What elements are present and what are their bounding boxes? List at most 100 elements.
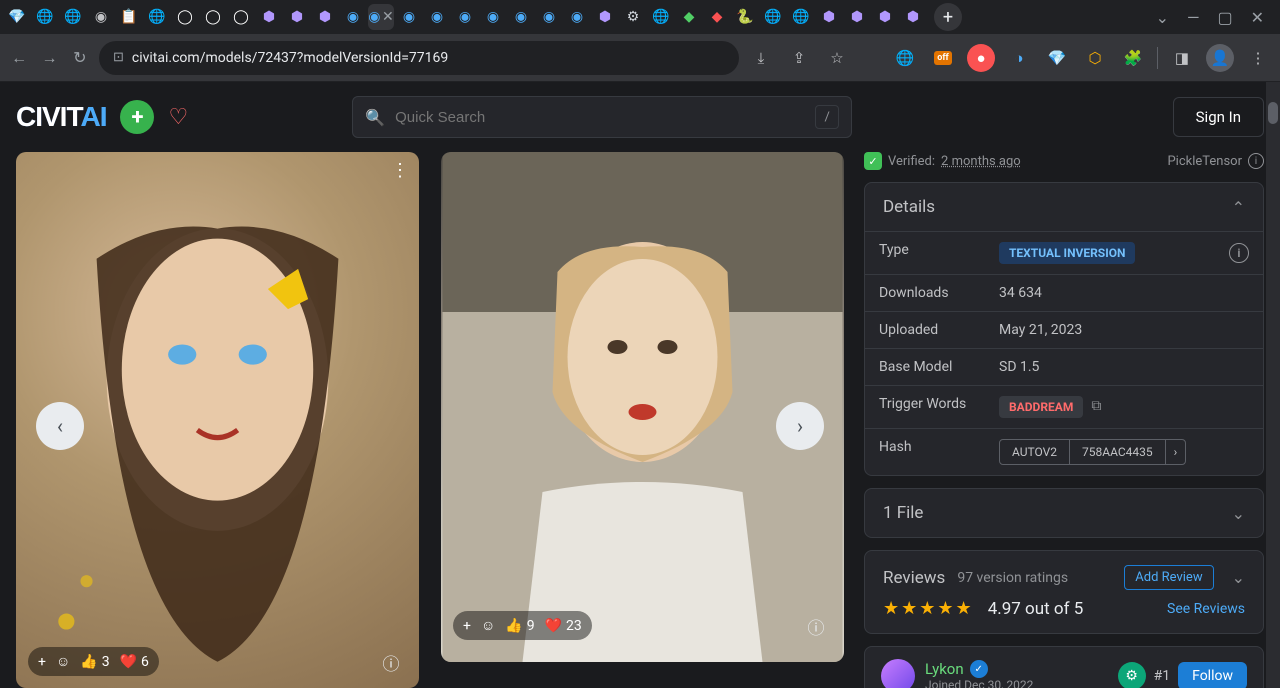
tab-icon[interactable]: ◆ — [704, 4, 730, 30]
tab-icon[interactable]: ⬢ — [872, 4, 898, 30]
tab-icon[interactable]: ⬢ — [816, 4, 842, 30]
chevron-down-icon[interactable]: ⌄ — [1232, 504, 1245, 523]
verified-time[interactable]: 2 months ago — [941, 154, 1021, 169]
tab-icon[interactable]: ◉ — [88, 4, 114, 30]
details-header[interactable]: Details ⌃ — [865, 183, 1263, 231]
back-button[interactable]: ← — [8, 42, 30, 74]
tab-icon[interactable]: ⚙ — [620, 4, 646, 30]
extension-icon[interactable]: 🌐 — [891, 44, 919, 72]
heart-count[interactable]: ❤️ 6 — [120, 654, 149, 670]
profile-icon[interactable]: 👤 — [1206, 44, 1234, 72]
extension-icon[interactable]: 💎 — [1043, 44, 1071, 72]
hash-expand-icon[interactable]: › — [1166, 440, 1186, 464]
tab-icon[interactable]: ◆ — [676, 4, 702, 30]
tab-icon[interactable]: 🌐 — [144, 4, 170, 30]
new-tab-button[interactable]: + — [934, 3, 962, 31]
add-reaction-button[interactable]: + — [38, 654, 46, 670]
tab-icon[interactable]: ⬢ — [592, 4, 618, 30]
search-box[interactable]: 🔍 / — [352, 96, 852, 138]
tab-icon[interactable]: ◉ — [508, 4, 534, 30]
civitai-logo[interactable]: CIVITAI — [16, 101, 106, 133]
browser-menu-icon[interactable]: ⋮ — [1244, 44, 1272, 72]
page-scrollbar[interactable] — [1266, 82, 1280, 688]
gear-icon[interactable]: ⚙ — [1118, 662, 1146, 688]
tab-icon[interactable]: 🌐 — [648, 4, 674, 30]
favorites-icon[interactable]: ♡ — [168, 105, 188, 130]
tab-icon[interactable]: 🐍 — [732, 4, 758, 30]
tab-icon[interactable]: ⬢ — [312, 4, 338, 30]
tab-icon[interactable]: 💎 — [4, 4, 30, 30]
thumbs-up-count[interactable]: 👍 9 — [505, 618, 534, 634]
trigger-word-pill[interactable]: BADDREAM — [999, 396, 1083, 418]
search-input[interactable] — [395, 109, 805, 126]
tab-icon[interactable]: ◯ — [228, 4, 254, 30]
heart-count[interactable]: ❤️ 23 — [545, 618, 582, 634]
chevron-down-icon[interactable]: ⌄ — [1232, 568, 1245, 587]
gallery-prev-button[interactable]: ‹ — [36, 402, 84, 450]
extension-icon[interactable]: off — [929, 44, 957, 72]
tab-icon[interactable]: 📋 — [116, 4, 142, 30]
gallery-next-button[interactable]: › — [776, 402, 824, 450]
tab-icon[interactable]: ◉ — [340, 4, 366, 30]
side-panel-icon[interactable]: ◨ — [1168, 44, 1196, 72]
see-reviews-link[interactable]: See Reviews — [1167, 601, 1245, 617]
smile-reaction-button[interactable]: ☺ — [56, 653, 70, 670]
tab-icon[interactable]: ◉ — [480, 4, 506, 30]
tab-icon[interactable]: ⬢ — [284, 4, 310, 30]
hash-value[interactable]: 758AAC4435 — [1070, 440, 1166, 464]
reload-button[interactable]: ↻ — [69, 42, 91, 74]
info-icon[interactable]: i — [1229, 243, 1249, 263]
tab-icon[interactable]: 🌐 — [32, 4, 58, 30]
dropdown-icon[interactable]: ⌄ — [1156, 8, 1169, 27]
thumbs-up-count[interactable]: 👍 3 — [80, 654, 109, 670]
tab-icon[interactable]: ◉ — [564, 4, 590, 30]
site-info-icon[interactable]: ⊡ — [113, 50, 124, 65]
image-info-icon[interactable]: ⓘ — [377, 648, 405, 676]
follow-button[interactable]: Follow — [1178, 662, 1247, 688]
create-button[interactable]: + — [120, 100, 154, 134]
image-info-icon[interactable]: ⓘ — [802, 612, 830, 640]
extensions-menu-icon[interactable]: 🧩 — [1119, 44, 1147, 72]
hash-algo[interactable]: AUTOV2 — [1000, 440, 1070, 464]
tab-icon[interactable]: ⬢ — [900, 4, 926, 30]
add-review-button[interactable]: Add Review — [1124, 565, 1213, 590]
maximize-icon[interactable]: ▢ — [1217, 8, 1232, 27]
close-window-icon[interactable]: ✕ — [1251, 8, 1264, 27]
tab-icon[interactable]: ◯ — [172, 4, 198, 30]
minimize-icon[interactable]: — — [1187, 8, 1200, 27]
extension-icon[interactable]: ⬡ — [1081, 44, 1109, 72]
scrollbar-thumb[interactable] — [1268, 102, 1278, 124]
tab-icon[interactable]: 🌐 — [60, 4, 86, 30]
close-tab-icon[interactable]: ✕ — [379, 9, 394, 25]
tab-icon[interactable]: 🌐 — [760, 4, 786, 30]
tab-icon[interactable]: ⬢ — [844, 4, 870, 30]
tab-icon[interactable]: ◯ — [200, 4, 226, 30]
smile-reaction-button[interactable]: ☺ — [481, 617, 495, 634]
tab-icon[interactable]: 🌐 — [788, 4, 814, 30]
details-panel: Details ⌃ Type TEXTUAL INVERSIONi Downlo… — [864, 182, 1264, 476]
tab-icon[interactable]: ◉ — [536, 4, 562, 30]
copy-icon[interactable]: ⧉ — [1091, 398, 1109, 416]
chevron-up-icon[interactable]: ⌃ — [1232, 198, 1245, 217]
image-gallery: ‹ › ⋮ + ☺ 👍 3 ❤️ 6 ⓘ ⋮ + ☺ 👍 9 — [16, 152, 844, 688]
tab-icon-active[interactable]: ◉ ✕ — [368, 4, 394, 30]
extension-icon[interactable]: ◑ — [1005, 44, 1033, 72]
share-icon[interactable]: ⇪ — [785, 44, 813, 72]
tab-icon[interactable]: ◉ — [452, 4, 478, 30]
tab-icon[interactable]: ◉ — [424, 4, 450, 30]
detail-label: Base Model — [865, 349, 985, 385]
info-icon[interactable]: i — [1248, 153, 1264, 169]
add-reaction-button[interactable]: + — [463, 618, 471, 634]
sign-in-button[interactable]: Sign In — [1173, 97, 1264, 137]
files-panel[interactable]: 1 File ⌄ — [864, 488, 1264, 538]
hash-group: AUTOV2 758AAC4435 › — [999, 439, 1186, 465]
tab-icon[interactable]: ⬢ — [256, 4, 282, 30]
forward-button[interactable]: → — [38, 42, 60, 74]
url-box[interactable]: ⊡ civitai.com/models/72437?modelVersionI… — [99, 41, 739, 75]
install-icon[interactable]: ⤓ — [747, 44, 775, 72]
extension-icon[interactable]: ● — [967, 44, 995, 72]
bookmark-icon[interactable]: ☆ — [823, 44, 851, 72]
tab-icon[interactable]: ◉ — [396, 4, 422, 30]
creator-name[interactable]: Lykon✓ — [925, 660, 1033, 678]
creator-avatar[interactable] — [881, 659, 915, 688]
